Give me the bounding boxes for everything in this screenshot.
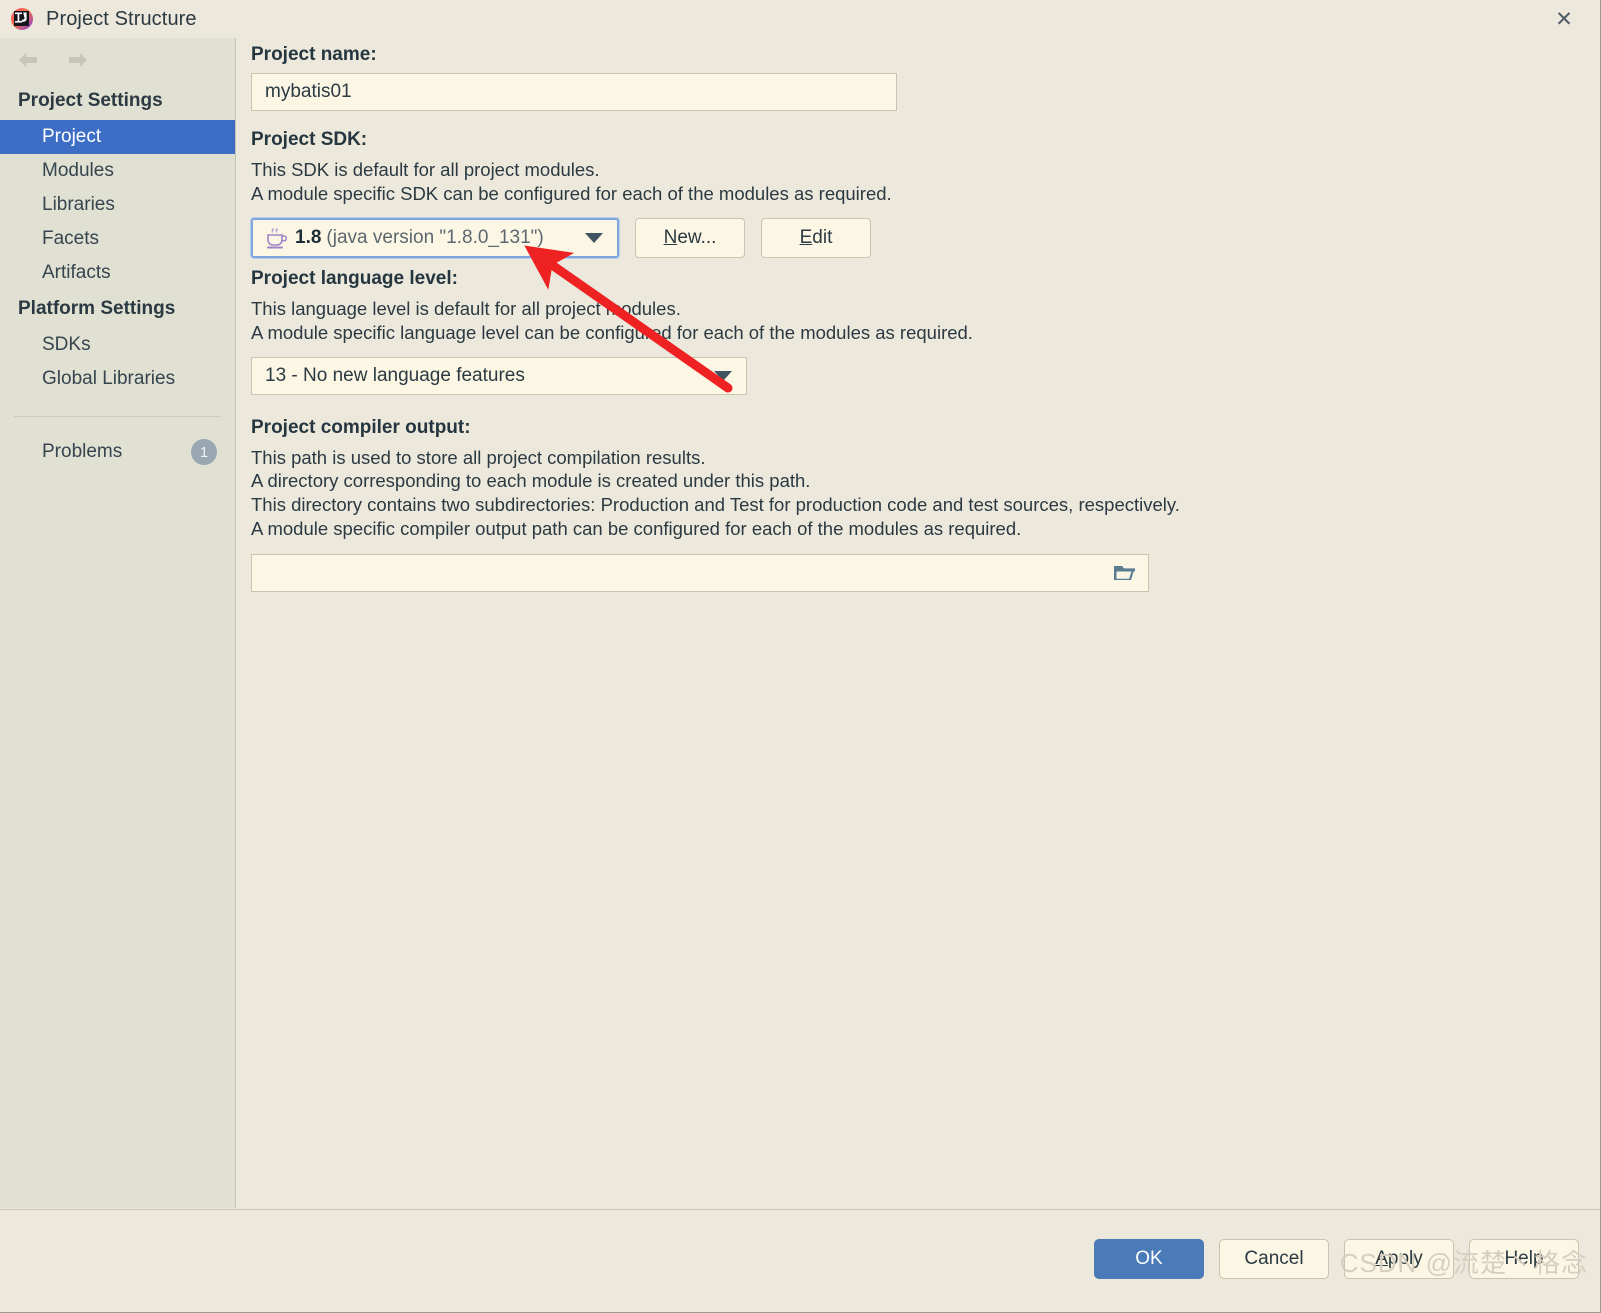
sidebar-group-project-settings: Project Settings: [18, 90, 163, 111]
problems-count-badge: 1: [191, 439, 217, 465]
language-level-desc-2: A module specific language level can be …: [251, 322, 973, 344]
sidebar-item-global-libraries[interactable]: Global Libraries: [0, 362, 235, 396]
dialog-buttons: OK Cancel Apply Help: [1094, 1239, 1579, 1279]
project-sdk-desc-2: A module specific SDK can be configured …: [251, 182, 892, 204]
project-settings-panel: Project name: mybatis01 Project SDK: Thi…: [237, 38, 1600, 1208]
sidebar-item-label: Modules: [42, 160, 114, 181]
ok-button[interactable]: OK: [1094, 1239, 1204, 1279]
compiler-output-desc-4: A module specific compiler output path c…: [251, 517, 1022, 539]
language-level-value: 13 - No new language features: [265, 364, 525, 386]
sdk-version: 1.8: [295, 227, 322, 249]
sidebar-item-label: Libraries: [42, 194, 115, 215]
chevron-down-icon: [585, 233, 603, 244]
settings-sidebar: Project Settings Project Modules Librari…: [0, 38, 236, 1208]
language-level-combo[interactable]: 13 - No new language features: [251, 356, 747, 395]
project-name-label: Project name:: [251, 44, 377, 65]
sidebar-item-label: Global Libraries: [42, 368, 176, 389]
dialog-button-bar: OK Cancel Apply Help: [0, 1209, 1600, 1312]
sdk-new-button-label-rest: ew...: [677, 227, 717, 249]
compiler-output-label: Project compiler output:: [251, 416, 471, 438]
navigation-arrows: [0, 38, 235, 82]
sidebar-item-project[interactable]: Project: [0, 120, 235, 154]
compiler-output-input[interactable]: [251, 554, 1149, 593]
chevron-down-icon: [714, 370, 732, 381]
intellij-idea-logo-icon: [11, 8, 33, 30]
compiler-output-desc-3: This directory contains two subdirectori…: [251, 494, 1180, 516]
help-button-label: Help: [1504, 1248, 1544, 1269]
project-sdk-label: Project SDK:: [251, 129, 368, 150]
sdk-detail: (java version "1.8.0_131"): [326, 227, 544, 249]
project-name-value: mybatis01: [265, 81, 352, 102]
sidebar-item-label: Project: [42, 126, 102, 147]
sidebar-item-libraries[interactable]: Libraries: [0, 188, 235, 222]
folder-glyph: [1114, 566, 1135, 581]
project-structure-dialog: Project Structure ✕ Project Settings Pro…: [0, 0, 1601, 1313]
sidebar-item-label: Artifacts: [42, 262, 111, 283]
sdk-edit-button-mnemonic: E: [799, 227, 813, 249]
compiler-output-desc-2: A directory corresponding to each module…: [251, 470, 811, 492]
sidebar-item-artifacts[interactable]: Artifacts: [0, 256, 235, 290]
ok-button-label: OK: [1135, 1248, 1163, 1269]
arrow-left-icon: [19, 53, 37, 67]
project-sdk-row: 1.8 (java version "1.8.0_131") New... Ed…: [251, 218, 1600, 259]
java-coffee-cup-icon: [267, 228, 287, 249]
apply-button[interactable]: Apply: [1344, 1239, 1454, 1279]
title-bar: Project Structure ✕: [0, 0, 1600, 38]
sidebar-item-sdks[interactable]: SDKs: [0, 328, 235, 362]
language-level-desc-1: This language level is default for all p…: [251, 298, 681, 320]
apply-button-mnemonic: A: [1375, 1248, 1388, 1269]
sidebar-divider: [14, 416, 221, 417]
sidebar-item-problems[interactable]: Problems 1: [0, 435, 235, 469]
help-button[interactable]: Help: [1469, 1239, 1579, 1279]
window-title: Project Structure: [46, 7, 197, 30]
sdk-new-button-mnemonic: N: [663, 227, 678, 249]
sidebar-item-modules[interactable]: Modules: [0, 154, 235, 188]
compiler-output-desc-1: This path is used to store all project c…: [251, 446, 706, 468]
sidebar-item-label: Facets: [42, 228, 100, 249]
project-name-input[interactable]: mybatis01: [251, 73, 897, 111]
sdk-edit-button[interactable]: Edit: [761, 218, 871, 259]
cancel-button[interactable]: Cancel: [1219, 1239, 1329, 1279]
cancel-button-label: Cancel: [1244, 1248, 1304, 1269]
folder-icon[interactable]: [1112, 562, 1138, 584]
language-level-label: Project language level:: [251, 268, 458, 290]
sdk-edit-button-label-rest: dit: [812, 227, 833, 249]
project-sdk-desc-1: This SDK is default for all project modu…: [251, 159, 600, 180]
project-sdk-combo[interactable]: 1.8 (java version "1.8.0_131"): [251, 218, 619, 259]
forward-button[interactable]: [64, 49, 92, 71]
close-icon[interactable]: ✕: [1549, 6, 1579, 32]
sdk-new-button[interactable]: New...: [635, 218, 745, 259]
back-button[interactable]: [14, 49, 42, 71]
sidebar-item-label: SDKs: [42, 334, 91, 355]
sidebar-item-facets[interactable]: Facets: [0, 222, 235, 256]
sidebar-group-platform-settings: Platform Settings: [18, 298, 176, 319]
arrow-right-icon: [69, 53, 87, 67]
apply-button-label-rest: pply: [1387, 1248, 1423, 1269]
problems-label: Problems: [42, 441, 123, 462]
